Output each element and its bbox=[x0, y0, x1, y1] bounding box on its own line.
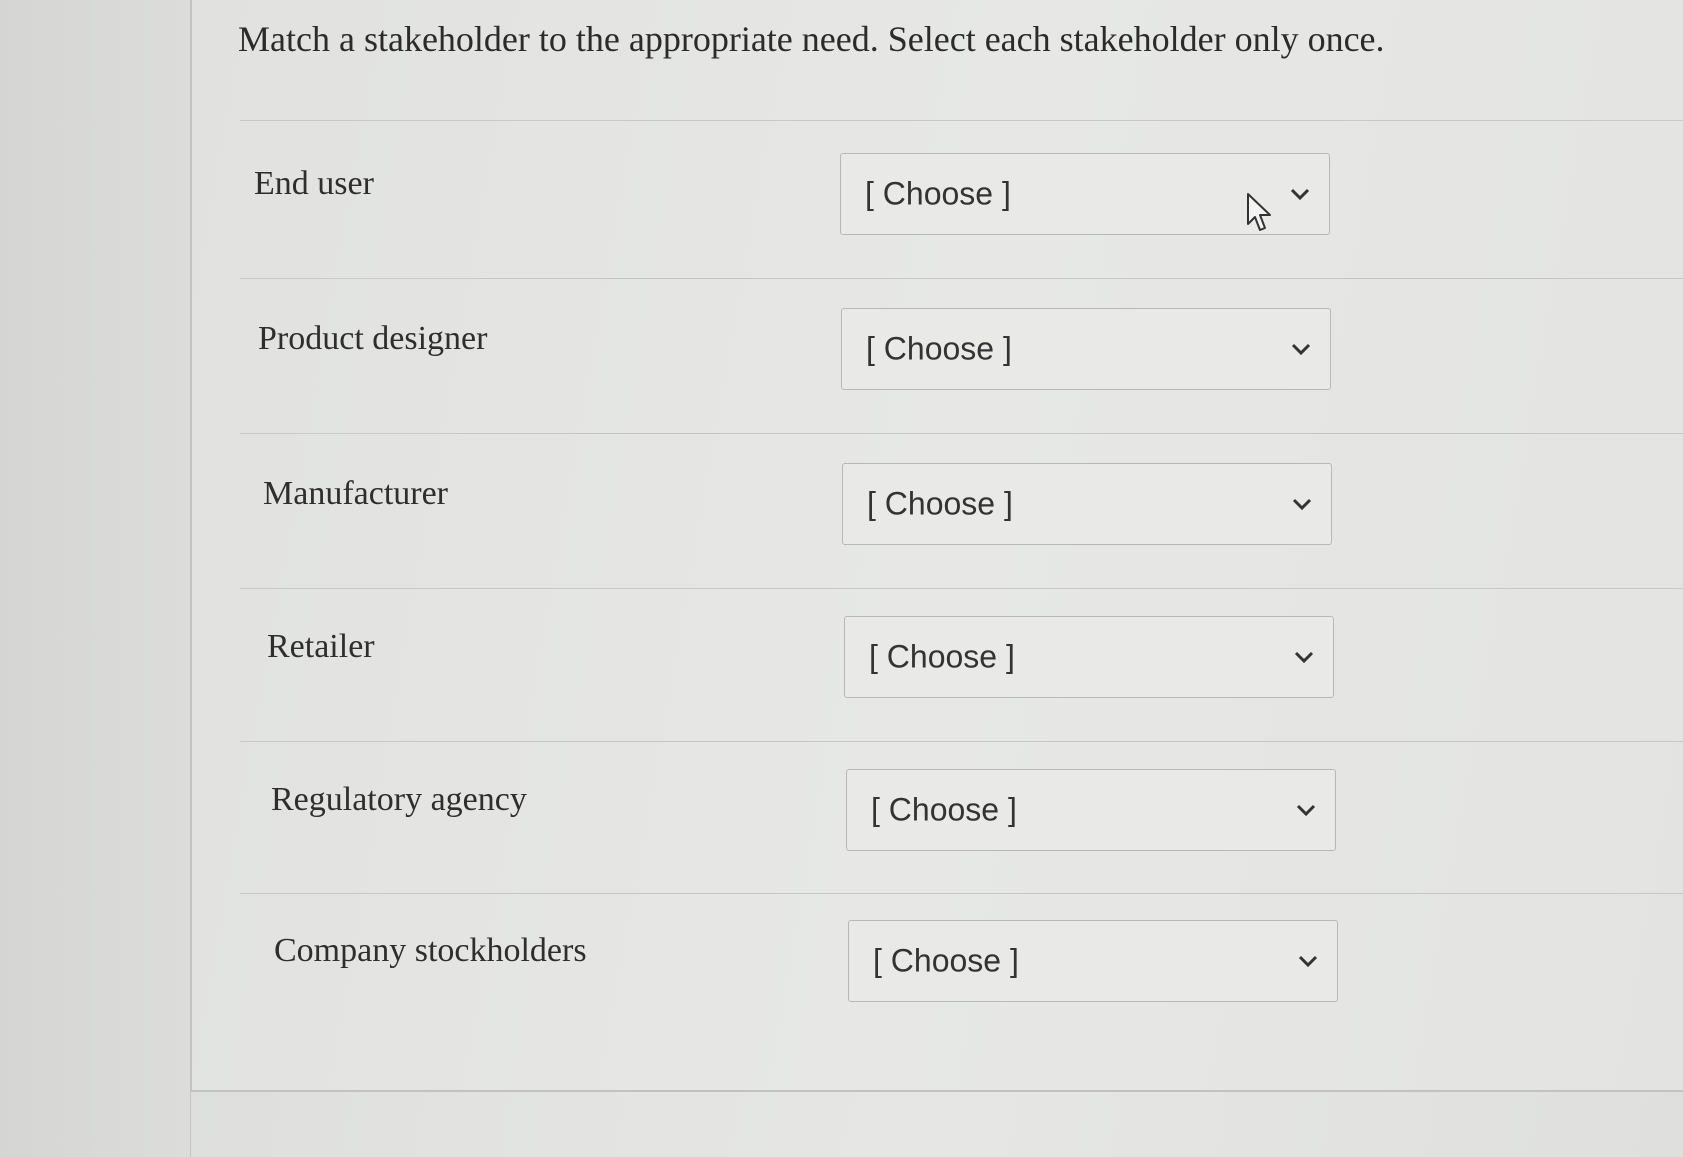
screen: Match a stakeholder to the appropriate n… bbox=[0, 0, 1683, 1157]
need-select-regulatory-agency[interactable]: [ Choose ] bbox=[846, 769, 1336, 851]
need-select-product-designer[interactable]: [ Choose ] bbox=[841, 308, 1331, 390]
need-select-company-stockholders[interactable]: [ Choose ] bbox=[848, 920, 1338, 1002]
chevron-down-icon bbox=[1292, 498, 1312, 511]
stakeholder-label-regulatory-agency: Regulatory agency bbox=[271, 781, 527, 818]
mouse-pointer-icon bbox=[1247, 193, 1271, 231]
row-divider bbox=[240, 741, 1683, 742]
stakeholder-label-end-user: End user bbox=[254, 165, 374, 202]
chevron-down-icon bbox=[1294, 651, 1314, 664]
select-value: [ Choose ] bbox=[865, 175, 1011, 212]
need-select-manufacturer[interactable]: [ Choose ] bbox=[842, 463, 1332, 545]
select-value: [ Choose ] bbox=[867, 485, 1013, 522]
select-value: [ Choose ] bbox=[866, 330, 1012, 367]
chevron-down-icon bbox=[1291, 343, 1311, 356]
row-divider bbox=[240, 120, 1683, 121]
select-value: [ Choose ] bbox=[873, 942, 1019, 979]
row-divider bbox=[240, 893, 1683, 894]
chevron-down-icon bbox=[1290, 188, 1310, 201]
need-select-retailer[interactable]: [ Choose ] bbox=[844, 616, 1334, 698]
stakeholder-label-company-stockholders: Company stockholders bbox=[274, 932, 587, 969]
row-divider bbox=[240, 433, 1683, 434]
question-text: Match a stakeholder to the appropriate n… bbox=[238, 19, 1385, 59]
left-gutter bbox=[0, 0, 191, 1157]
select-value: [ Choose ] bbox=[869, 638, 1015, 675]
select-value: [ Choose ] bbox=[871, 791, 1017, 828]
row-divider bbox=[240, 278, 1683, 279]
row-divider bbox=[240, 588, 1683, 589]
stakeholder-label-retailer: Retailer bbox=[267, 628, 375, 665]
chevron-down-icon bbox=[1296, 804, 1316, 817]
chevron-down-icon bbox=[1298, 955, 1318, 968]
stakeholder-label-manufacturer: Manufacturer bbox=[263, 475, 449, 512]
stakeholder-label-product-designer: Product designer bbox=[258, 320, 488, 357]
